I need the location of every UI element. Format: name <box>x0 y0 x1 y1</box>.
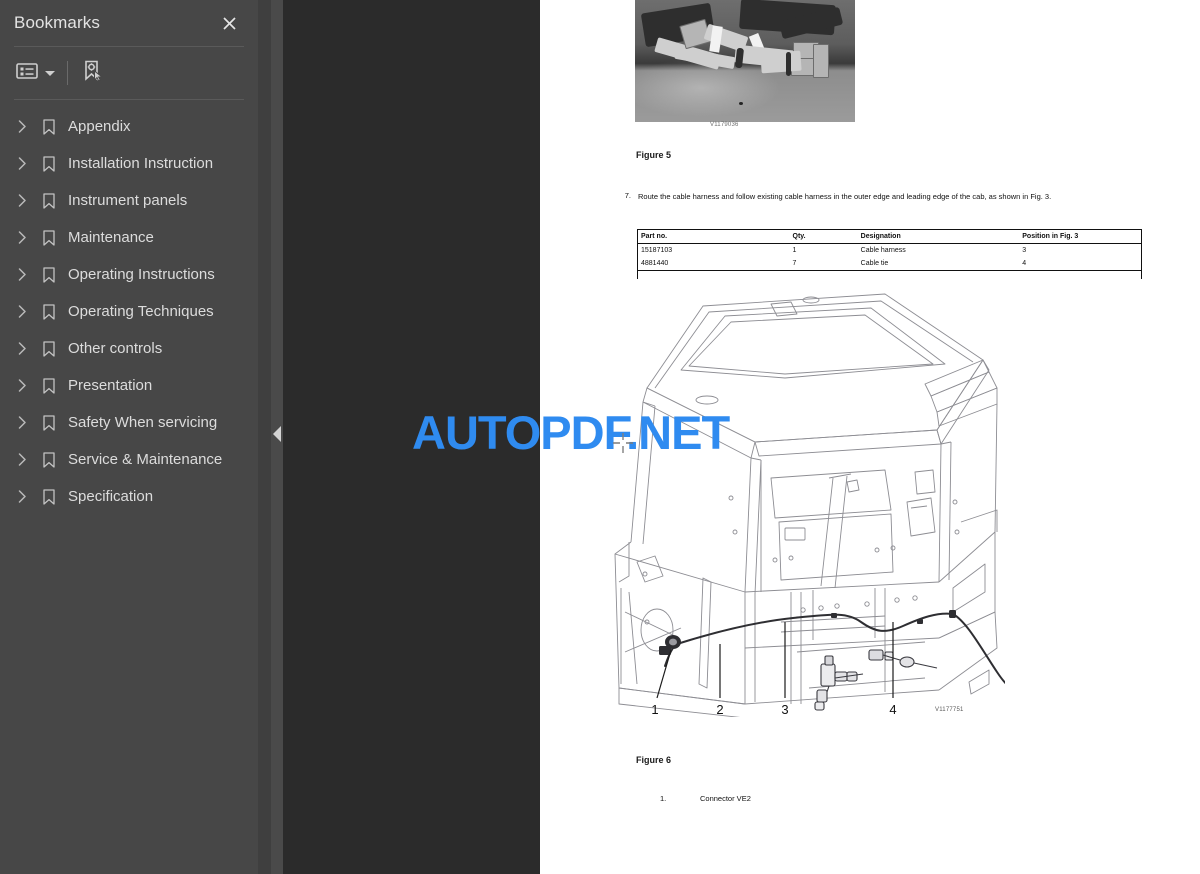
page-title: Bookmarks <box>14 13 100 32</box>
chevron-right-icon[interactable] <box>14 341 30 357</box>
cell-part-no: 4881440 <box>637 257 789 271</box>
cell-qty: 1 <box>792 247 797 254</box>
cell-part-no: 15187103 <box>641 247 673 254</box>
chevron-right-icon[interactable] <box>14 119 30 135</box>
column-header-qty: Qty. <box>788 229 857 244</box>
legend-item-text: Connector VE2 <box>700 794 751 803</box>
cell-position: 4 <box>1018 257 1142 271</box>
bookmarks-scrollbar[interactable] <box>258 0 271 874</box>
bookmarks-toolbar <box>0 47 258 99</box>
chevron-right-icon[interactable] <box>14 156 30 172</box>
step-text: Route the cable harness and follow exist… <box>638 192 1052 201</box>
bookmark-options-button[interactable] <box>16 58 55 88</box>
bookmark-icon <box>40 155 58 173</box>
bookmark-icon <box>40 451 58 469</box>
bookmark-item-label: Specification <box>68 488 154 505</box>
table-row: 15187103 1 Cable harness 3 <box>637 244 1142 258</box>
chevron-right-icon[interactable] <box>14 489 30 505</box>
bookmark-icon <box>40 118 58 136</box>
figure6-drawing: 1 2 3 4 <box>585 292 1005 717</box>
bookmark-icon <box>40 414 58 432</box>
chevron-right-icon[interactable] <box>14 193 30 209</box>
bookmark-item-label: Operating Techniques <box>68 303 214 320</box>
bookmark-item-label: Safety When servicing <box>68 414 218 431</box>
cell-qty: 7 <box>788 257 857 271</box>
bookmark-item-appendix[interactable]: Appendix <box>0 108 258 145</box>
bookmark-item-label: Service & Maintenance <box>68 451 223 468</box>
cell-designation: Cable tie <box>856 257 1019 271</box>
bookmark-icon <box>40 192 58 210</box>
bookmark-list: Appendix Installation Instruction Instrume… <box>0 100 258 515</box>
bookmark-item-installation-instruction[interactable]: Installation Instruction <box>0 145 258 182</box>
chevron-right-icon[interactable] <box>14 378 30 394</box>
bookmark-icon <box>40 377 58 395</box>
table-header-row: Part no. Qty. Designation Position in Fi… <box>637 229 1142 244</box>
figure5-image-code: V1179036 <box>710 122 739 128</box>
bookmark-item-label: Installation Instruction <box>68 155 214 172</box>
bookmark-icon <box>40 303 58 321</box>
figure5-photo <box>635 0 855 122</box>
bookmark-item-safety-when-servicing[interactable]: Safety When servicing <box>0 404 258 441</box>
bookmark-item-maintenance[interactable]: Maintenance <box>0 219 258 256</box>
column-header-position: Position in Fig. 3 <box>1018 229 1142 244</box>
legend-item-number: 1. <box>660 794 667 803</box>
cell-designation: Cable harness <box>860 247 906 254</box>
close-icon[interactable] <box>216 10 242 36</box>
chevron-right-icon[interactable] <box>14 304 30 320</box>
bookmark-item-specification[interactable]: Specification <box>0 478 258 515</box>
step-number: 7. <box>624 191 631 200</box>
bookmark-icon <box>40 340 58 358</box>
bookmark-item-label: Maintenance <box>68 229 154 246</box>
bookmark-item-operating-techniques[interactable]: Operating Techniques <box>0 293 258 330</box>
chevron-down-icon <box>45 70 55 76</box>
bookmark-item-service-maintenance[interactable]: Service & Maintenance <box>0 441 258 478</box>
new-bookmark-icon <box>82 60 104 87</box>
chevron-right-icon[interactable] <box>14 230 30 246</box>
figure6-callout-3: 3 <box>781 702 788 717</box>
bookmark-item-label: Other controls <box>68 340 163 357</box>
bookmark-item-label: Presentation <box>68 377 153 394</box>
figure6-callout-1: 1 <box>651 702 658 717</box>
bookmark-item-presentation[interactable]: Presentation <box>0 367 258 404</box>
chevron-right-icon[interactable] <box>14 452 30 468</box>
document-page: V1179036 Figure 5 7. Route the cable har… <box>540 0 1200 874</box>
figure5-caption: Figure 5 <box>636 150 672 160</box>
new-bookmark-button[interactable] <box>82 58 104 88</box>
bookmarks-panel: Bookmarks Appendix Installation Instruct… <box>0 0 258 874</box>
toolbar-divider <box>67 61 68 85</box>
bookmark-item-operating-instructions[interactable]: Operating Instructions <box>0 256 258 293</box>
parts-table: Part no. Qty. Designation Position in Fi… <box>637 229 1142 271</box>
chevron-right-icon[interactable] <box>14 415 30 431</box>
bookmark-item-label: Operating Instructions <box>68 266 215 283</box>
table-row: 4881440 7 Cable tie 4 <box>637 257 1142 271</box>
figure6-legend: 1. Connector VE2 <box>660 794 751 803</box>
bookmark-item-instrument-panels[interactable]: Instrument panels <box>0 182 258 219</box>
bookmark-item-label: Instrument panels <box>68 192 188 209</box>
triangle-left-icon[interactable] <box>273 426 281 442</box>
chevron-right-icon[interactable] <box>14 267 30 283</box>
bookmark-item-other-controls[interactable]: Other controls <box>0 330 258 367</box>
bookmark-icon <box>40 229 58 247</box>
bookmarks-panel-header: Bookmarks <box>0 0 258 46</box>
list-options-icon <box>16 62 38 85</box>
figure6-caption: Figure 6 <box>636 755 672 765</box>
cell-position: 3 <box>1022 247 1027 254</box>
column-header-part-no: Part no. <box>637 229 789 244</box>
figure6-callout-4: 4 <box>889 702 896 717</box>
bookmark-icon <box>40 266 58 284</box>
column-header-designation: Designation <box>856 229 1019 244</box>
instruction-step-7: 7. Route the cable harness and follow ex… <box>620 191 1145 202</box>
bookmark-item-label: Appendix <box>68 118 131 135</box>
figure6-callout-2: 2 <box>716 702 723 717</box>
figure6-image-code: V1177751 <box>935 707 964 713</box>
bookmark-icon <box>40 488 58 506</box>
